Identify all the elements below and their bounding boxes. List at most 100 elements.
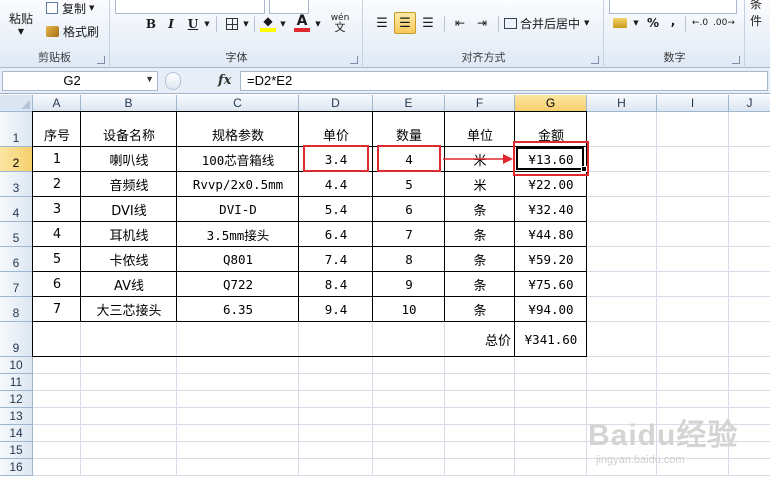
table-cell[interactable]: 耳机线 <box>81 222 177 247</box>
row-header-14[interactable]: 14 <box>0 425 33 442</box>
row-header-9[interactable]: 9 <box>0 322 33 357</box>
table-cell[interactable]: 4 <box>33 222 81 247</box>
table-cell[interactable]: 大三芯接头 <box>81 297 177 322</box>
table-cell[interactable]: 5 <box>373 172 445 197</box>
table-cell[interactable]: DVI线 <box>81 197 177 222</box>
phonetic-button[interactable]: wén 文 <box>327 12 353 34</box>
font-launcher-icon[interactable] <box>350 56 358 64</box>
table-cell[interactable]: 9 <box>373 272 445 297</box>
row-header-16[interactable]: 16 <box>0 459 33 476</box>
column-header-g[interactable]: G <box>515 95 587 112</box>
table-cell[interactable]: 8 <box>373 247 445 272</box>
clipboard-launcher-icon[interactable] <box>97 56 105 64</box>
fill-color-dropdown-icon[interactable]: ▼ <box>278 14 288 34</box>
table-cell[interactable]: Rvvp/2x0.5mm <box>177 172 299 197</box>
comma-button[interactable]: , <box>667 11 679 31</box>
row-header-7[interactable]: 7 <box>0 272 33 297</box>
decrease-decimal-button[interactable]: .00→ <box>713 13 735 33</box>
alignment-launcher-icon[interactable] <box>591 56 599 64</box>
insert-function-icon[interactable]: fx <box>218 73 231 88</box>
column-header-d[interactable]: D <box>299 95 373 112</box>
currency-dropdown-icon[interactable]: ▼ <box>631 13 641 33</box>
table-cell[interactable]: 2 <box>33 172 81 197</box>
align-center-button[interactable]: ☰ <box>394 12 416 34</box>
table-cell[interactable]: Q722 <box>177 272 299 297</box>
table-cell[interactable]: 1 <box>33 147 81 172</box>
number-launcher-icon[interactable] <box>732 56 740 64</box>
table-cell[interactable]: 7 <box>373 222 445 247</box>
table-cell[interactable]: ¥32.40 <box>515 197 587 222</box>
select-all-button[interactable] <box>0 95 33 112</box>
table-cell[interactable]: DVI-D <box>177 197 299 222</box>
column-header-e[interactable]: E <box>373 95 445 112</box>
name-box[interactable]: G2 ▼ <box>2 71 158 91</box>
borders-button[interactable] <box>223 14 241 34</box>
bold-button[interactable]: B <box>143 14 159 34</box>
column-header-i[interactable]: I <box>657 95 729 112</box>
table-cell[interactable]: 6 <box>373 197 445 222</box>
table-cell[interactable]: 6.35 <box>177 297 299 322</box>
table-cell[interactable]: 音频线 <box>81 172 177 197</box>
table-header-cell[interactable]: 数量 <box>373 112 445 147</box>
row-header-13[interactable]: 13 <box>0 408 33 425</box>
row-header-4[interactable]: 4 <box>0 197 33 222</box>
table-cell[interactable]: 条 <box>445 247 515 272</box>
italic-button[interactable]: I <box>163 14 179 34</box>
column-header-f[interactable]: F <box>445 95 515 112</box>
total-value[interactable]: ¥341.60 <box>515 322 587 357</box>
table-cell[interactable]: 6 <box>33 272 81 297</box>
format-painter-button[interactable]: 格式刷 <box>46 22 99 40</box>
table-cell[interactable]: 3.5mm接头 <box>177 222 299 247</box>
column-header-h[interactable]: H <box>587 95 657 112</box>
table-header-cell[interactable]: 单位 <box>445 112 515 147</box>
percent-button[interactable]: % <box>645 13 661 33</box>
table-header-cell[interactable]: 单价 <box>299 112 373 147</box>
table-cell[interactable]: 5 <box>33 247 81 272</box>
table-cell[interactable]: ¥44.80 <box>515 222 587 247</box>
column-header-a[interactable]: A <box>33 95 81 112</box>
align-left-button[interactable]: ☰ <box>372 13 392 33</box>
table-cell[interactable]: 7.4 <box>299 247 373 272</box>
underline-dropdown-icon[interactable]: ▼ <box>202 14 212 34</box>
column-header-c[interactable]: C <box>177 95 299 112</box>
table-header-cell[interactable]: 序号 <box>33 112 81 147</box>
font-color-button[interactable]: A <box>293 12 311 34</box>
total-label[interactable]: 总价 <box>33 322 515 357</box>
table-cell[interactable]: 米 <box>445 172 515 197</box>
column-header-j[interactable]: J <box>729 95 770 112</box>
copy-button[interactable]: 复制 ▼ <box>46 0 94 16</box>
currency-button[interactable] <box>609 13 631 33</box>
row-header-11[interactable]: 11 <box>0 374 33 391</box>
row-header-1[interactable]: 1 <box>0 112 33 147</box>
table-header-cell[interactable]: 规格参数 <box>177 112 299 147</box>
table-cell[interactable]: 6.4 <box>299 222 373 247</box>
fill-color-button[interactable]: ◆ <box>259 12 277 34</box>
row-header-2[interactable]: 2 <box>0 147 33 172</box>
table-cell[interactable]: 卡侬线 <box>81 247 177 272</box>
underline-button[interactable]: U <box>185 14 201 34</box>
increase-decimal-button[interactable]: ←.0 <box>689 13 711 33</box>
font-color-dropdown-icon[interactable]: ▼ <box>313 14 323 34</box>
table-cell[interactable]: 条 <box>445 197 515 222</box>
font-name-combo[interactable] <box>115 0 265 14</box>
table-cell[interactable]: 5.4 <box>299 197 373 222</box>
table-cell[interactable]: 条 <box>445 272 515 297</box>
indent-increase-button[interactable]: ⇥ <box>472 13 492 33</box>
paste-button[interactable]: 粘贴 ▼ <box>2 0 40 40</box>
table-cell[interactable]: ¥75.60 <box>515 272 587 297</box>
formula-bar-splitter[interactable] <box>165 72 181 90</box>
active-cell-outline[interactable] <box>516 147 584 170</box>
chevron-down-icon[interactable]: ▼ <box>145 74 154 84</box>
column-header-b[interactable]: B <box>81 95 177 112</box>
table-cell[interactable]: 条 <box>445 222 515 247</box>
formula-input[interactable]: =D2*E2 <box>240 71 768 91</box>
table-cell[interactable]: 7 <box>33 297 81 322</box>
table-cell[interactable]: 4.4 <box>299 172 373 197</box>
table-cell[interactable]: 10 <box>373 297 445 322</box>
table-cell[interactable]: 3 <box>33 197 81 222</box>
conditional-format-button[interactable]: 条件 <box>750 0 770 28</box>
borders-dropdown-icon[interactable]: ▼ <box>241 14 251 34</box>
row-header-5[interactable]: 5 <box>0 222 33 247</box>
table-cell[interactable]: Q801 <box>177 247 299 272</box>
table-cell[interactable]: ¥94.00 <box>515 297 587 322</box>
